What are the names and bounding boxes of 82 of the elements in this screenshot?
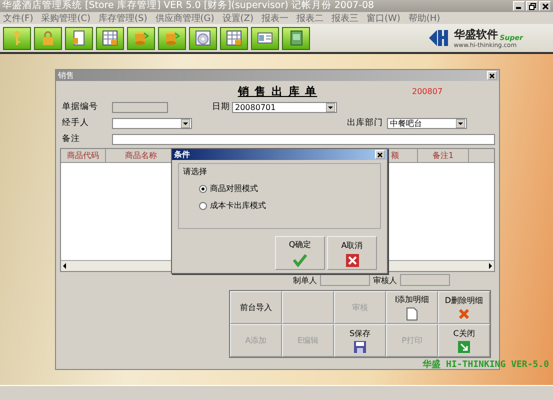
- menu-item[interactable]: 报表三: [331, 12, 358, 24]
- dialog-button[interactable]: A取消: [327, 236, 377, 270]
- dropdown-field[interactable]: [112, 118, 192, 128]
- table-icon: [102, 30, 118, 46]
- action-button[interactable]: C关闭: [438, 324, 490, 357]
- dropdown-arrow-icon: [181, 118, 190, 128]
- scroll-right-icon: [486, 262, 494, 270]
- menu-item[interactable]: 采购管理(C): [41, 12, 91, 24]
- dropdown-field[interactable]: 中餐吧台: [387, 118, 467, 128]
- action-button[interactable]: D删除明细: [438, 291, 490, 324]
- book-icon: [288, 30, 304, 46]
- document-icon: [71, 30, 87, 46]
- field-label: 出库部门: [346, 117, 384, 129]
- window-title: 华盛酒店管理系统 [Store 库存管理] VER 5.0 [财务](supervisor) 记帐月份 2007-08: [2, 0, 374, 12]
- field-label: 单据编号: [61, 101, 99, 113]
- version-text: 华盛 HI-THINKING VER-5.0: [422, 358, 549, 371]
- close-button[interactable]: [487, 71, 497, 80]
- padlock-icon: [40, 30, 56, 46]
- action-button[interactable]: 前台导入: [230, 291, 282, 324]
- period-label: 200807: [412, 86, 443, 96]
- radio-button[interactable]: [199, 202, 207, 210]
- field-label: 日期: [211, 101, 231, 113]
- field-label: 备注: [61, 133, 81, 145]
- toolbar-button[interactable]: [3, 26, 31, 50]
- dialog-title: 条件: [174, 149, 190, 160]
- coin-stack-icon: [164, 30, 180, 46]
- toolbar-button[interactable]: [158, 26, 186, 50]
- restore-button[interactable]: [526, 1, 538, 11]
- signature-label: 制单人: [293, 274, 317, 286]
- action-button[interactable]: I添加明细: [386, 291, 438, 324]
- dialog-button[interactable]: Q确定: [275, 236, 325, 270]
- close-icon: [489, 72, 495, 78]
- logo-icon: [428, 28, 451, 48]
- toolbar-button[interactable]: [189, 26, 217, 50]
- delete-icon: [458, 308, 470, 320]
- exit-arrow-icon: [458, 341, 470, 353]
- signature-label: 审核人: [373, 274, 397, 286]
- toolbar-button[interactable]: [220, 26, 248, 50]
- checkmark-icon: [292, 253, 308, 267]
- radio-option[interactable]: 成本卡出库模式: [199, 200, 376, 211]
- toolbar-button[interactable]: [127, 26, 155, 50]
- menu-item[interactable]: 库存管理(S): [98, 12, 148, 24]
- minimize-button[interactable]: [513, 1, 525, 11]
- menu-item[interactable]: 报表一: [261, 12, 288, 24]
- radio-button[interactable]: [199, 184, 207, 192]
- column-header[interactable]: 额: [391, 149, 418, 162]
- toolbar-button[interactable]: [96, 26, 124, 50]
- input-field[interactable]: [112, 134, 495, 144]
- menu-item[interactable]: 设置(Z): [222, 12, 254, 24]
- toolbar-button[interactable]: [282, 26, 310, 50]
- group-label: 请选择: [183, 166, 208, 177]
- close-icon: [377, 152, 383, 158]
- dropdown-field[interactable]: 20080701: [232, 102, 337, 112]
- menu-item[interactable]: 文件(F): [3, 12, 34, 24]
- menu-item[interactable]: 窗口(W): [366, 12, 400, 24]
- menu-item[interactable]: 供应商管理(G): [155, 12, 214, 24]
- signature-field: [400, 274, 450, 286]
- field-label: 经手人: [61, 117, 90, 129]
- id-card-icon: [257, 30, 273, 46]
- close-button[interactable]: [375, 150, 385, 159]
- column-header[interactable]: 商品代码: [61, 149, 106, 162]
- document-icon: [406, 307, 418, 321]
- toolbar-button[interactable]: [65, 26, 93, 50]
- table-icon: [226, 30, 242, 46]
- action-button[interactable]: S保存: [334, 324, 386, 357]
- coin-stack-icon: [133, 30, 149, 46]
- close-icon: [542, 2, 548, 10]
- dropdown-arrow-icon: [326, 102, 335, 112]
- toolbar-button[interactable]: [251, 26, 279, 50]
- cancel-icon: [346, 254, 358, 266]
- close-button[interactable]: [539, 1, 551, 11]
- form-heading: 销 售 出 库 单: [238, 84, 318, 98]
- toolbar-button[interactable]: [34, 26, 62, 50]
- dropdown-arrow-icon: [456, 118, 465, 128]
- scroll-left-icon: [61, 262, 69, 270]
- logo-name: 华盛软件: [454, 27, 498, 42]
- menu-item[interactable]: 帮助(H): [408, 12, 440, 24]
- menu-item[interactable]: 报表二: [296, 12, 324, 24]
- radio-option[interactable]: 商品对照模式: [199, 183, 376, 194]
- document-title: 销售: [58, 70, 74, 81]
- restore-icon: [528, 2, 536, 10]
- column-header[interactable]: 备注1: [418, 149, 469, 162]
